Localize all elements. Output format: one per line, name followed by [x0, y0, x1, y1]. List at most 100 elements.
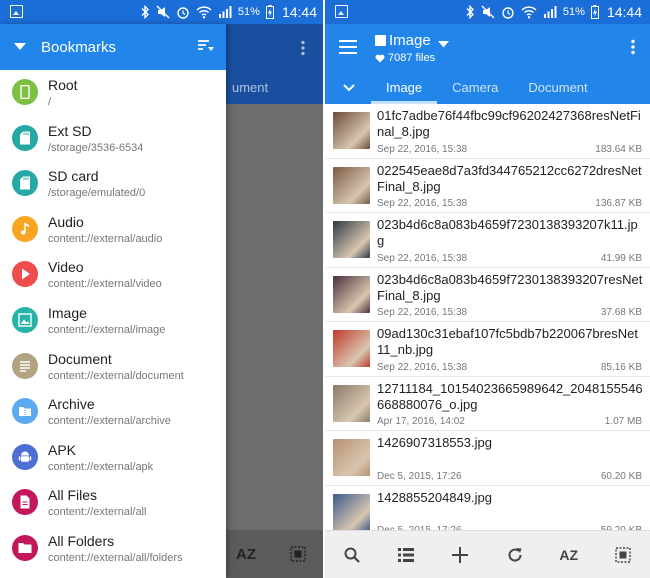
play-icon — [12, 261, 38, 288]
drawer-header: Bookmarks — [0, 24, 226, 70]
battery-percent: 51% — [562, 6, 585, 18]
list-view-icon — [398, 547, 415, 562]
android-icon — [12, 443, 38, 470]
refresh-icon — [508, 547, 522, 562]
bookmark-path: content://external/video — [48, 278, 162, 291]
gallery-notification-icon — [335, 5, 348, 18]
file-name: 1428855204849.jpg — [377, 489, 492, 505]
file-name: 022545eae8d7a3fd344765212cc6272dresNetFi… — [377, 162, 642, 194]
file-icon — [12, 489, 38, 516]
plus-icon — [452, 546, 469, 563]
tab-camera[interactable]: Camera — [437, 78, 513, 104]
file-row[interactable]: 023b4d6c8a083b4659f7230138393207resNetFi… — [325, 267, 650, 322]
file-size: 85.16 KB — [600, 361, 642, 373]
file-name: 09ad130c31ebaf107fc5bdb7b220067bresNet11… — [377, 326, 638, 357]
bluetooth-icon — [466, 5, 474, 19]
document-icon — [12, 352, 38, 379]
file-size: 1.07 MB — [604, 416, 642, 427]
sort-icon[interactable] — [198, 40, 214, 52]
bookmark-name: All Folders — [48, 532, 115, 549]
file-row[interactable]: 1426907318553.jpg Dec 5, 2015, 17:26 60.20… — [325, 431, 650, 486]
bookmark-name: Video — [48, 259, 84, 276]
add-button[interactable] — [445, 540, 475, 570]
file-row[interactable]: 09ad130c31ebaf107fc5bdb7b220067bresNet11… — [325, 322, 650, 377]
category-tabs: Image Camera Document — [371, 78, 603, 104]
toolbar-title[interactable]: Image — [389, 32, 431, 49]
bookmark-name: Root — [48, 77, 78, 93]
bookmark-name: APK — [48, 441, 77, 458]
status-bar: 51% 14:44 — [0, 0, 325, 24]
wifi-icon — [521, 6, 537, 19]
file-date: Sep 22, 2016, 15:38 — [377, 143, 468, 155]
signal-icon — [218, 6, 232, 18]
file-thumbnail — [333, 439, 370, 476]
mute-icon — [156, 5, 170, 19]
search-icon — [344, 547, 360, 563]
file-size: 60.20 KB — [600, 470, 642, 482]
bookmark-item-all-folders[interactable]: All Folders content://external/all/folder… — [0, 526, 226, 572]
sort-az-button[interactable]: AZ — [554, 540, 584, 570]
file-name: 023b4d6c8a083b4659f7230138393207resNetFi… — [377, 271, 643, 303]
sd-card-icon — [12, 124, 38, 151]
more-options-icon[interactable] — [630, 39, 636, 55]
bookmark-item-all-files[interactable]: All Files content://external/all — [0, 480, 226, 526]
search-button[interactable] — [337, 540, 367, 570]
caret-down-icon[interactable] — [14, 43, 26, 51]
tab-document[interactable]: Document — [513, 78, 602, 104]
alarm-icon — [177, 7, 189, 19]
chevron-down-icon[interactable] — [343, 84, 355, 92]
bookmark-name: Audio — [48, 213, 84, 230]
drawer-title: Bookmarks — [41, 39, 117, 56]
bookmark-item-ext-sd[interactable]: Ext SD/storage/3536-6534 — [0, 116, 226, 162]
file-thumbnail — [333, 384, 370, 422]
bookmark-item-document[interactable]: Document content://external/document — [0, 344, 226, 390]
bookmark-item-sd-card[interactable]: SD card/storage/emulated/0 — [0, 161, 226, 207]
file-row[interactable]: 1428855204849.jpgDec 5, 2015, 17:2659.20… — [325, 485, 650, 530]
phone-icon — [12, 79, 38, 105]
bookmark-name: Document — [48, 350, 112, 367]
bookmark-list: Root / Ext SD/storage/3536-6534 SD card/sto… — [0, 70, 226, 572]
file-date: Sep 22, 2016, 15:38 — [377, 361, 468, 373]
file-row[interactable]: 01fc7adbe76f44fbc99cf96202427368resNetFi… — [325, 104, 650, 159]
bookmark-item-video[interactable]: Video content://external/video — [0, 252, 226, 298]
bookmark-item-audio[interactable]: Audio content://external/audio — [0, 207, 226, 253]
battery-charging-icon — [265, 5, 274, 19]
background-more-icon — [301, 40, 305, 56]
file-thumbnail — [333, 275, 370, 313]
file-date: Apr 17, 2016, 14:02 — [377, 416, 465, 427]
bookmark-path: content://external/archive — [48, 415, 171, 428]
bookmark-path: /storage/3536-6534 — [48, 141, 144, 154]
wifi-icon — [196, 6, 212, 19]
bookmark-item-apk[interactable]: APK content://external/apk — [0, 435, 226, 481]
gallery-notification-icon — [10, 5, 23, 18]
file-date: Sep 22, 2016, 15:38 — [377, 307, 468, 318]
file-list[interactable]: 01fc7adbe76f44fbc99cf96202427368resNetFi… — [325, 104, 650, 530]
bookmark-item-image[interactable]: Image content://external/image — [0, 298, 226, 344]
heart-icon — [375, 54, 385, 62]
signal-icon — [543, 6, 557, 18]
panel-divider — [323, 0, 325, 578]
bookmark-item-archive[interactable]: Archive content://external/archive — [0, 389, 226, 435]
file-count-text: 7087 files — [388, 52, 436, 64]
select-all-checkbox[interactable] — [375, 35, 386, 46]
archive-icon — [12, 398, 38, 425]
bookmark-item-root[interactable]: Root / — [0, 70, 226, 116]
file-thumbnail — [333, 166, 370, 204]
image-files-screen: 51% 14:44 Image 7087 files Image Camera Do… — [325, 0, 650, 578]
list-view-button[interactable] — [391, 540, 421, 570]
menu-icon[interactable] — [339, 40, 357, 54]
battery-charging-icon — [590, 5, 599, 19]
bookmarks-screen: 51% 14:44 ument AZ Bookmarks Root / Ext SD… — [0, 0, 325, 578]
bookmark-name: Archive — [48, 396, 95, 413]
tab-image[interactable]: Image — [371, 78, 438, 104]
select-mode-button[interactable] — [608, 540, 638, 570]
folder-icon — [12, 534, 38, 561]
file-row[interactable]: 023b4d6c8a083b4659f7230138393207k11.jpg S… — [325, 213, 650, 268]
refresh-button[interactable] — [500, 540, 530, 570]
file-row[interactable]: 022545eae8d7a3fd344765212cc6272dresNetFi… — [325, 158, 650, 213]
file-row[interactable]: 12711184_10154023665989642_2048155546668… — [325, 376, 650, 431]
title-dropdown-icon[interactable] — [438, 41, 449, 48]
file-size: 41.99 KB — [600, 252, 642, 264]
battery-percent: 51% — [237, 6, 260, 18]
background-select-icon — [290, 546, 306, 562]
